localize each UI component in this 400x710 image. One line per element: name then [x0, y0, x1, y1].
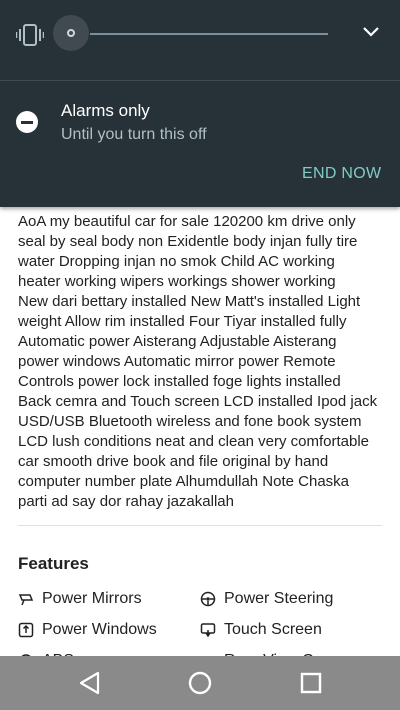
- feature-item: Power Steering: [200, 588, 333, 610]
- vibrate-icon[interactable]: [16, 24, 44, 46]
- volume-slider-thumb[interactable]: [67, 29, 75, 37]
- feature-label: Power Mirrors: [42, 590, 142, 607]
- volume-row: [0, 0, 400, 80]
- feature-item: Power Windows: [18, 619, 157, 641]
- chevron-down-icon[interactable]: [362, 25, 380, 39]
- end-now-button[interactable]: END NOW: [302, 165, 381, 183]
- do-not-disturb-icon: [16, 111, 38, 133]
- features-heading: Features: [18, 554, 89, 573]
- navigation-bar: [0, 656, 400, 710]
- mirror-icon: [18, 594, 34, 606]
- recent-apps-icon[interactable]: [297, 669, 325, 697]
- steering-wheel-icon: [200, 591, 216, 607]
- listing-description: AoA my beautiful car for sale 120200 km …: [18, 213, 378, 510]
- volume-slider-track[interactable]: [90, 33, 328, 35]
- feature-item: Power Mirrors: [18, 588, 142, 610]
- home-icon[interactable]: [186, 669, 214, 697]
- panel-divider: [0, 80, 400, 81]
- feature-item: Touch Screen: [200, 619, 322, 641]
- touch-screen-icon: [200, 623, 216, 638]
- dnd-mode-title: Alarms only: [61, 101, 150, 120]
- volume-dnd-panel: Alarms only Until you turn this off END …: [0, 0, 400, 207]
- window-icon: [18, 622, 34, 638]
- feature-label: Touch Screen: [224, 621, 322, 638]
- dnd-mode-subtitle: Until you turn this off: [61, 126, 207, 143]
- feature-label: Power Windows: [42, 621, 157, 638]
- section-divider: [18, 525, 382, 526]
- back-icon[interactable]: [76, 669, 104, 697]
- feature-label: Power Steering: [224, 590, 334, 607]
